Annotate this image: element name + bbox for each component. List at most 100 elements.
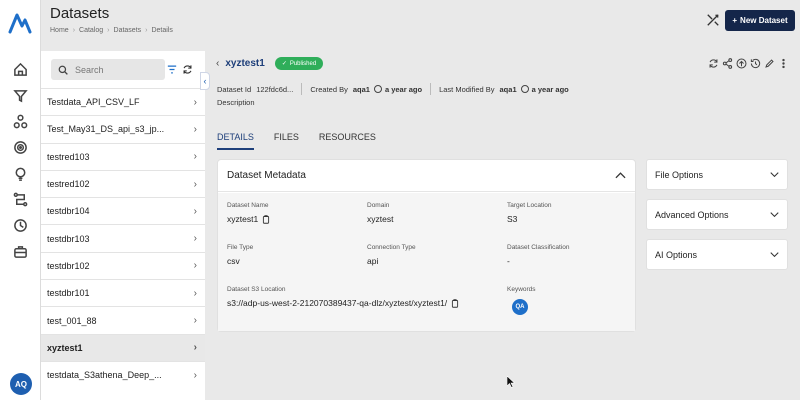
field-label: Dataset Classification xyxy=(507,244,570,251)
list-item-label: testdbr101 xyxy=(47,288,90,299)
chevron-right-icon: › xyxy=(193,369,197,381)
field-label: File Type xyxy=(227,244,254,251)
field-dataset-name: Dataset Name xyztest1 xyxy=(227,202,270,224)
list-item-selected[interactable]: xyztest1 › xyxy=(41,333,205,361)
briefcase-icon[interactable] xyxy=(0,244,41,259)
more-icon[interactable] xyxy=(778,58,789,69)
list-item[interactable]: testred102 › xyxy=(41,169,205,197)
field-label: Domain xyxy=(367,202,390,209)
field-value: s3://adp-us-west-2-212070389437-qa-dlz/x… xyxy=(227,298,448,308)
new-dataset-button[interactable]: + New Dataset xyxy=(725,10,795,31)
target-icon[interactable] xyxy=(0,140,41,155)
clock-icon xyxy=(520,85,529,93)
tab-resources[interactable]: RESOURCES xyxy=(319,132,376,150)
accordion-label: File Options xyxy=(655,169,704,180)
network-icon[interactable] xyxy=(0,114,41,129)
field-label: Target Location xyxy=(507,202,552,209)
share-icon[interactable] xyxy=(722,58,733,69)
tab-details[interactable]: DETAILS xyxy=(217,132,254,150)
breadcrumb-home[interactable]: Home xyxy=(50,27,69,34)
chevron-left-icon: ‹ xyxy=(203,76,207,86)
list-item-label: Test_May31_DS_api_s3_jp... xyxy=(47,124,165,135)
chevron-right-icon: › xyxy=(107,27,110,34)
pipeline-icon[interactable] xyxy=(0,192,41,207)
advanced-options-accordion[interactable]: Advanced Options xyxy=(646,199,788,230)
chevron-down-icon xyxy=(770,252,779,258)
list-item-label: testred102 xyxy=(47,179,90,190)
chevron-up-icon[interactable] xyxy=(615,172,626,179)
chevron-right-icon: › xyxy=(193,151,197,163)
field-value: api xyxy=(367,256,379,266)
list-item[interactable]: testdbr104 › xyxy=(41,197,205,224)
chevron-right-icon: › xyxy=(193,205,197,217)
chevron-right-icon: › xyxy=(193,96,197,108)
status-badge: ✓ Published xyxy=(274,57,324,70)
field-keywords: Keywords QA xyxy=(507,286,536,315)
list-item-label: testdbr104 xyxy=(47,206,90,217)
field-target-location: Target Location S3 xyxy=(507,202,551,224)
tab-files[interactable]: FILES xyxy=(274,132,299,150)
chevron-right-icon: › xyxy=(193,233,197,245)
field-classification: Dataset Classification - xyxy=(507,244,570,266)
lightbulb-icon[interactable] xyxy=(0,166,41,181)
back-chevron-icon[interactable]: ‹ xyxy=(216,58,219,69)
list-item-label: xyztest1 xyxy=(47,342,83,353)
copy-icon[interactable] xyxy=(262,214,270,224)
list-item[interactable]: testdata_S3athena_Deep_... › xyxy=(41,360,205,388)
brand-logo-icon[interactable] xyxy=(8,12,32,34)
refresh-icon[interactable] xyxy=(708,58,719,69)
field-value: S3 xyxy=(507,214,518,224)
list-item[interactable]: Test_May31_DS_api_s3_jp... › xyxy=(41,115,205,142)
field-connection-type: Connection Type api xyxy=(367,244,416,266)
status-badge-label: Published xyxy=(289,60,317,67)
breadcrumb-catalog[interactable]: Catalog xyxy=(79,27,103,34)
mouse-cursor-icon xyxy=(507,376,515,388)
description-label: Description xyxy=(217,98,255,107)
divider xyxy=(301,83,303,95)
edit-icon[interactable] xyxy=(764,58,775,69)
keyword-list: QA xyxy=(512,299,536,315)
field-label: Connection Type xyxy=(367,244,416,251)
upload-icon[interactable] xyxy=(736,58,747,69)
list-item[interactable]: Testdata_API_CSV_LF › xyxy=(41,88,205,115)
breadcrumb-datasets[interactable]: Datasets xyxy=(114,27,142,34)
list-item-label: test_001_88 xyxy=(47,315,97,326)
chevron-down-icon xyxy=(770,212,779,218)
tools-icon[interactable] xyxy=(703,10,723,30)
filter-icon[interactable] xyxy=(167,65,177,74)
field-label: Keywords xyxy=(507,286,536,293)
search-box[interactable] xyxy=(51,59,165,80)
list-item-label: testdbr102 xyxy=(47,260,90,271)
search-input[interactable] xyxy=(75,64,155,75)
chevron-right-icon: › xyxy=(193,342,197,354)
funnel-icon[interactable] xyxy=(0,88,41,103)
dataset-list: Testdata_API_CSV_LF › Test_May31_DS_api_s… xyxy=(41,88,205,388)
ai-options-accordion[interactable]: AI Options xyxy=(646,239,788,270)
chevron-right-icon: › xyxy=(193,260,197,272)
clock-icon xyxy=(373,85,382,93)
list-item[interactable]: testdbr103 › xyxy=(41,224,205,251)
list-item[interactable]: testred103 › xyxy=(41,142,205,170)
refresh-icon[interactable] xyxy=(182,64,193,75)
field-value: - xyxy=(507,256,510,266)
keyword-badge[interactable]: QA xyxy=(512,299,528,315)
home-icon[interactable] xyxy=(0,62,41,77)
history-icon[interactable] xyxy=(750,58,761,69)
file-options-accordion[interactable]: File Options xyxy=(646,159,788,190)
divider xyxy=(430,83,432,95)
accordion-label: Advanced Options xyxy=(655,209,729,220)
clock-icon[interactable] xyxy=(0,218,41,233)
field-s3-location: Dataset S3 Location s3://adp-us-west-2-2… xyxy=(227,286,459,308)
list-item[interactable]: test_001_88 › xyxy=(41,306,205,333)
chevron-right-icon: › xyxy=(193,315,197,327)
avatar[interactable]: AQ xyxy=(10,373,32,395)
plus-icon: + xyxy=(732,16,738,25)
list-item[interactable]: testdbr102 › xyxy=(41,251,205,279)
chevron-right-icon: › xyxy=(193,178,197,190)
collapse-panel-button[interactable]: ‹ xyxy=(200,72,210,90)
metadata-card-header[interactable]: Dataset Metadata xyxy=(218,160,635,192)
dataset-metadata-card: Dataset Metadata Dataset Name xyztest1 D… xyxy=(217,159,636,332)
copy-icon[interactable] xyxy=(451,298,459,308)
dataset-list-panel: Testdata_API_CSV_LF › Test_May31_DS_api_s… xyxy=(41,51,205,400)
list-item[interactable]: testdbr101 › xyxy=(41,279,205,306)
